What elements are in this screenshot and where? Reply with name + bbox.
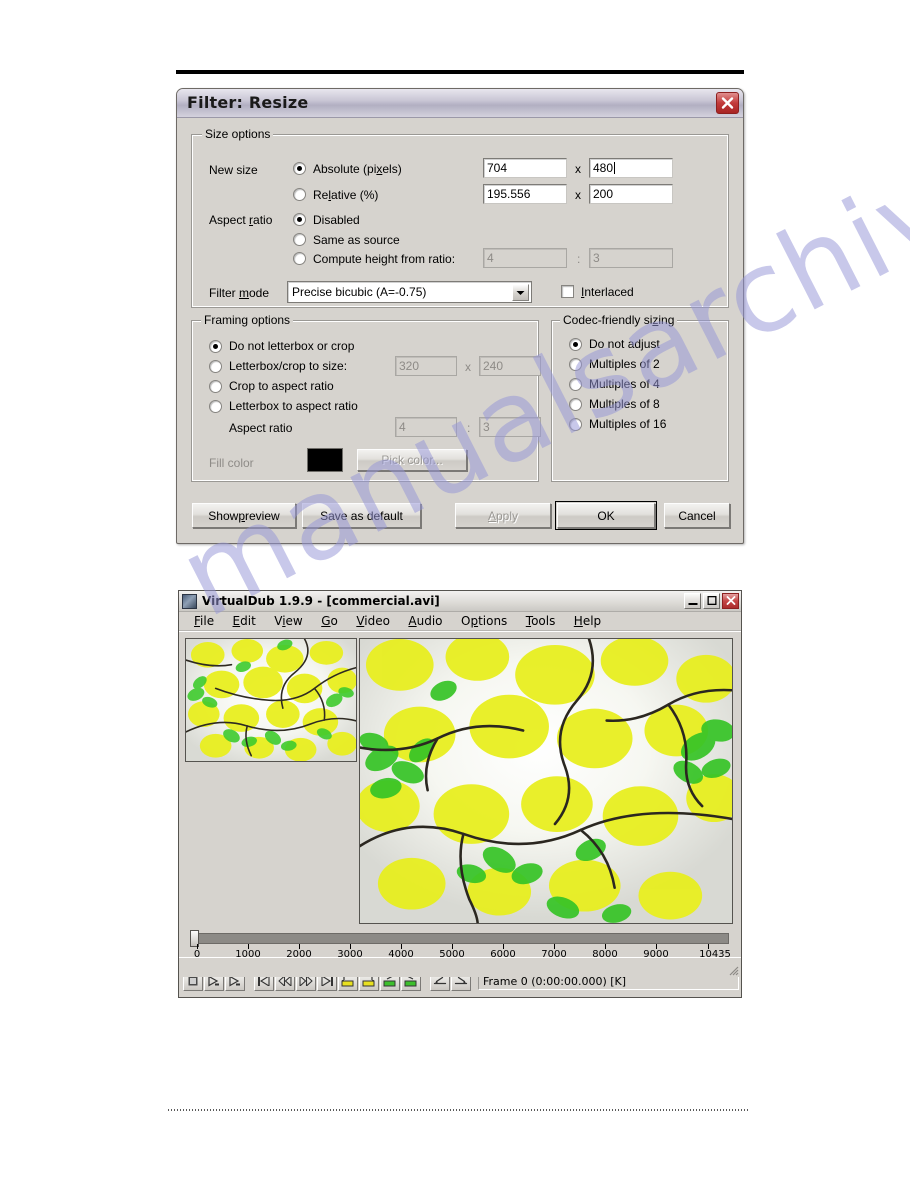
radio-do-not-adjust[interactable] — [569, 338, 582, 351]
framing-aspect-height-input[interactable]: 3 — [479, 417, 541, 437]
maximize-icon[interactable] — [703, 593, 720, 609]
radio-do-not-letterbox[interactable] — [209, 340, 222, 353]
radio-absolute-pixels[interactable] — [293, 162, 306, 175]
virtualdub-title-bar: VirtualDub 1.9.9 - [commercial.avi] — [179, 591, 741, 612]
radio-relative-percent[interactable] — [293, 188, 306, 201]
do-not-adjust-label: Do not adjust — [589, 337, 660, 351]
virtualdub-icon — [182, 594, 197, 609]
interlaced-label: Interlaced — [581, 285, 634, 299]
crop-height-input[interactable]: 240 — [479, 356, 541, 376]
letterbox-crop-to-size-label: Letterbox/crop to size: — [229, 359, 348, 373]
pick-color-button[interactable]: Pick color... — [357, 449, 467, 471]
radio-aspect-disabled[interactable] — [293, 213, 306, 226]
framing-aspect-width-input[interactable]: 4 — [395, 417, 457, 437]
show-preview-button[interactable]: Show p review — [192, 503, 296, 528]
resize-grip-icon[interactable] — [726, 963, 739, 976]
multiples-of-2-label: Multiples of 2 — [589, 357, 660, 371]
document-page: Filter: Resize Size options New size Abs… — [0, 0, 918, 1188]
chevron-down-icon[interactable] — [512, 284, 529, 301]
virtualdub-window: VirtualDub 1.9.9 - [commercial.avi] File… — [178, 590, 742, 998]
menu-item-tools[interactable]: Tools — [519, 612, 563, 628]
menu-item-view[interactable]: View — [267, 612, 310, 628]
letterbox-to-aspect-ratio-label: Letterbox to aspect ratio — [229, 399, 358, 413]
interlaced-checkbox[interactable] — [561, 285, 574, 298]
radio-aspect-compute-height[interactable] — [293, 252, 306, 265]
input-video-pane[interactable] — [185, 638, 357, 762]
apply-button[interactable]: Apply — [455, 503, 551, 528]
absolute-pixels-label: Absolute (pixels) — [313, 162, 402, 176]
menu-item-video[interactable]: Video — [349, 612, 397, 628]
size-x-separator-1: x — [575, 162, 581, 176]
size-x-separator-2: x — [575, 188, 581, 202]
ratio-height-input[interactable]: 3 — [589, 248, 673, 268]
menu-item-options[interactable]: Options — [454, 612, 514, 628]
cancel-button[interactable]: Cancel — [664, 503, 730, 528]
dialog-title-bar: Filter: Resize — [177, 89, 743, 118]
radio-multiples-of-16[interactable] — [569, 418, 582, 431]
absolute-height-input[interactable]: 480 — [589, 158, 673, 178]
radio-letterbox-crop-to-size[interactable] — [209, 360, 222, 373]
menu-item-file[interactable]: File — [187, 612, 221, 628]
menu-item-go[interactable]: Go — [314, 612, 345, 628]
relative-percent-label: Relative (%) — [313, 188, 379, 202]
size-options-legend: Size options — [202, 127, 274, 141]
ratio-separator-1: : — [577, 252, 581, 266]
resize-filter-dialog: Filter: Resize Size options New size Abs… — [176, 88, 744, 544]
relative-width-input[interactable]: 195.556 — [483, 184, 567, 204]
framing-options-legend: Framing options — [201, 313, 294, 327]
close-icon[interactable] — [722, 593, 739, 609]
menu-item-audio[interactable]: Audio — [401, 612, 449, 628]
framing-aspect-ratio-label: Aspect ratio — [229, 421, 293, 435]
new-size-label: New size — [209, 163, 258, 177]
virtualdub-statusbar — [179, 957, 741, 977]
virtualdub-title: VirtualDub 1.9.9 - [commercial.avi] — [202, 594, 440, 608]
multiples-of-4-label: Multiples of 4 — [589, 377, 660, 391]
virtualdub-menubar: File Edit View Go Video Audio Options To… — [179, 612, 741, 631]
multiples-of-8-label: Multiples of 8 — [589, 397, 660, 411]
menu-item-help[interactable]: Help — [567, 612, 608, 628]
framing-x-separator: x — [465, 360, 471, 374]
codec-sizing-legend: Codec-friendly sizing — [560, 313, 678, 327]
input-frame-image — [186, 639, 356, 761]
crop-to-aspect-ratio-label: Crop to aspect ratio — [229, 379, 334, 393]
virtualdub-client-area: 0 1000 2000 3000 4000 5000 6000 7000 800… — [179, 631, 741, 991]
fill-color-swatch[interactable] — [307, 448, 343, 472]
menu-item-edit[interactable]: Edit — [226, 612, 263, 628]
timeline-track[interactable] — [195, 933, 729, 944]
multiples-of-16-label: Multiples of 16 — [589, 417, 667, 431]
filter-mode-label: Filter mode — [209, 286, 270, 300]
ok-button[interactable]: OK — [555, 501, 657, 530]
crop-width-input[interactable]: 320 — [395, 356, 457, 376]
ratio-width-input[interactable]: 4 — [483, 248, 567, 268]
relative-height-input[interactable]: 200 — [589, 184, 673, 204]
aspect-ratio-label: Aspect ratio — [209, 213, 273, 227]
dialog-body: Size options New size Absolute (pixels) … — [177, 118, 743, 544]
dialog-title: Filter: Resize — [187, 93, 309, 112]
close-icon[interactable] — [716, 92, 739, 114]
save-as-default-button[interactable]: Save as default — [302, 503, 421, 528]
fill-color-label: Fill color — [209, 456, 254, 470]
radio-crop-to-aspect-ratio[interactable] — [209, 380, 222, 393]
page-top-rule — [176, 70, 744, 74]
aspect-disabled-label: Disabled — [313, 213, 360, 227]
aspect-same-as-source-label: Same as source — [313, 233, 400, 247]
output-video-pane[interactable] — [359, 638, 733, 924]
radio-multiples-of-4[interactable] — [569, 378, 582, 391]
framing-ratio-separator: : — [467, 421, 471, 435]
aspect-compute-height-label: Compute height from ratio: — [313, 252, 456, 266]
page-bottom-rule — [168, 1109, 750, 1111]
filter-mode-select[interactable]: Precise bicubic (A=-0.75) — [287, 281, 532, 303]
output-frame-image — [360, 639, 732, 923]
radio-multiples-of-8[interactable] — [569, 398, 582, 411]
radio-multiples-of-2[interactable] — [569, 358, 582, 371]
do-not-letterbox-label: Do not letterbox or crop — [229, 339, 355, 353]
radio-aspect-same-as-source[interactable] — [293, 233, 306, 246]
absolute-width-input[interactable]: 704 — [483, 158, 567, 178]
minimize-icon[interactable] — [684, 593, 701, 609]
radio-letterbox-to-aspect-ratio[interactable] — [209, 400, 222, 413]
